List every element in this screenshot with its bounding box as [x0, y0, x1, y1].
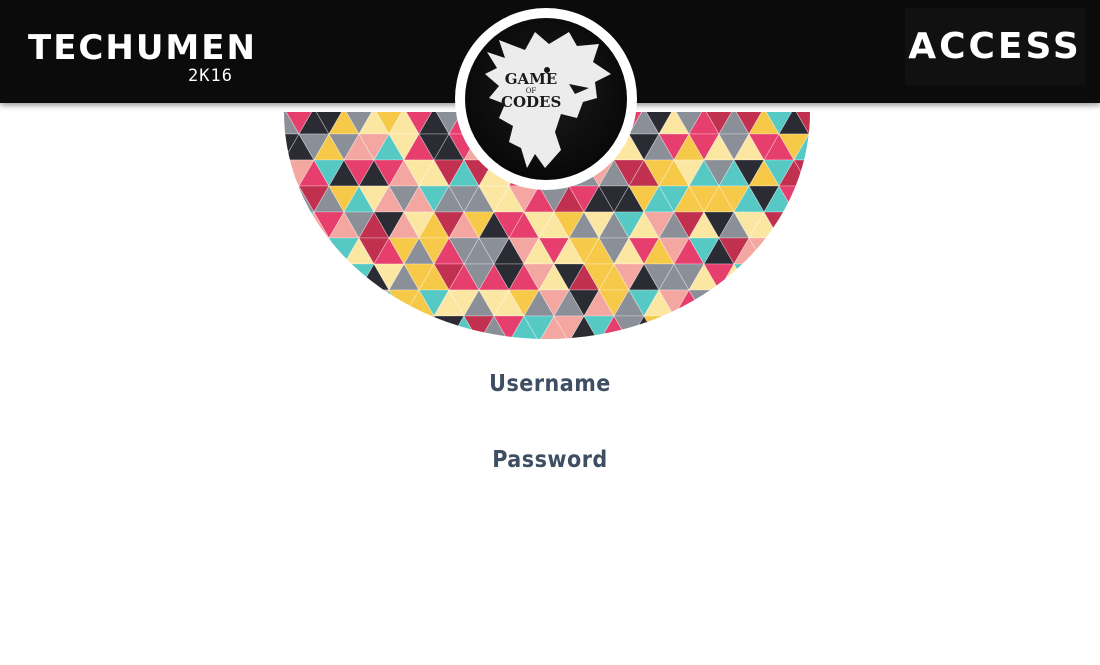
mosaic-triangle	[284, 185, 300, 213]
mosaic-triangle	[748, 289, 780, 317]
password-field[interactable]: Password	[0, 447, 1100, 473]
mosaic-triangle	[763, 237, 795, 265]
mosaic-triangle	[328, 263, 360, 291]
mosaic-triangle	[358, 315, 390, 339]
mosaic-triangle	[284, 263, 315, 291]
mosaic-triangle	[313, 315, 345, 339]
username-field[interactable]: Username	[0, 371, 1100, 397]
mosaic-triangle	[763, 263, 795, 291]
mosaic-triangle	[703, 315, 735, 339]
access-wordmark: ACCESS	[908, 26, 1082, 67]
mosaic-triangle	[688, 315, 720, 339]
mosaic-triangle	[778, 237, 810, 265]
mosaic-triangle	[778, 315, 810, 339]
mosaic-triangle	[298, 263, 330, 291]
mosaic-triangle	[808, 315, 810, 339]
mosaic-triangle	[403, 315, 435, 339]
mosaic-triangle	[778, 263, 810, 291]
mosaic-triangle	[298, 315, 330, 339]
mosaic-triangle	[748, 315, 780, 339]
mosaic-triangle	[284, 315, 315, 339]
mosaic-triangle	[298, 237, 330, 265]
mosaic-triangle	[703, 289, 735, 317]
mosaic-triangle	[433, 315, 465, 339]
mosaic-triangle	[388, 315, 420, 339]
mosaic-triangle	[284, 263, 300, 291]
mosaic-triangle	[313, 289, 345, 317]
mosaic-triangle	[284, 289, 315, 317]
mosaic-triangle	[748, 263, 780, 291]
mosaic-triangle	[808, 263, 810, 291]
mosaic-triangle	[358, 289, 390, 317]
mosaic-triangle	[688, 289, 720, 317]
emblem-title: GAME OF CODES	[501, 70, 562, 112]
mosaic-triangle	[808, 289, 810, 317]
mosaic-triangle	[673, 315, 705, 339]
mosaic-triangle	[763, 289, 795, 317]
mosaic-triangle	[808, 133, 810, 161]
mosaic-triangle	[778, 289, 810, 317]
mosaic-triangle	[808, 237, 810, 265]
mosaic-triangle	[733, 289, 765, 317]
mosaic-triangle	[313, 263, 345, 291]
game-of-codes-emblem[interactable]: GAME OF CODES	[455, 8, 637, 190]
logo-wordmark: TECHUMEN	[28, 28, 257, 68]
emblem-title-bottom: CODES	[501, 93, 562, 112]
mosaic-triangle	[778, 211, 810, 239]
emblem-title-top: GAME	[504, 70, 558, 88]
mosaic-triangle	[284, 237, 300, 265]
mosaic-triangle	[284, 211, 300, 239]
mosaic-triangle	[763, 315, 795, 339]
mosaic-triangle	[284, 237, 315, 265]
mosaic-triangle	[808, 185, 810, 213]
mosaic-triangle	[643, 315, 675, 339]
mosaic-triangle	[284, 211, 315, 239]
mosaic-triangle	[718, 289, 750, 317]
mosaic-triangle	[658, 315, 690, 339]
access-logo[interactable]: ACCESS	[905, 8, 1085, 85]
mosaic-triangle	[284, 315, 300, 339]
mosaic-triangle	[808, 211, 810, 239]
mosaic-triangle	[793, 289, 810, 317]
mosaic-triangle	[343, 315, 375, 339]
mosaic-triangle	[328, 289, 360, 317]
logo-year: 2K16	[188, 66, 233, 86]
mosaic-triangle	[793, 237, 810, 265]
mosaic-triangle	[718, 315, 750, 339]
mosaic-triangle	[793, 315, 810, 339]
mosaic-triangle	[793, 263, 810, 291]
mosaic-triangle	[284, 289, 300, 317]
mosaic-triangle	[733, 315, 765, 339]
mosaic-triangle	[808, 159, 810, 187]
mosaic-triangle	[373, 315, 405, 339]
mosaic-triangle	[328, 315, 360, 339]
mosaic-triangle	[733, 263, 765, 291]
mosaic-triangle	[793, 211, 810, 239]
mosaic-triangle	[793, 185, 810, 213]
mosaic-triangle	[343, 289, 375, 317]
techumen-logo[interactable]: TECHUMEN 2K16	[28, 24, 257, 88]
emblem-disc: GAME OF CODES	[465, 18, 627, 180]
mosaic-triangle	[298, 289, 330, 317]
